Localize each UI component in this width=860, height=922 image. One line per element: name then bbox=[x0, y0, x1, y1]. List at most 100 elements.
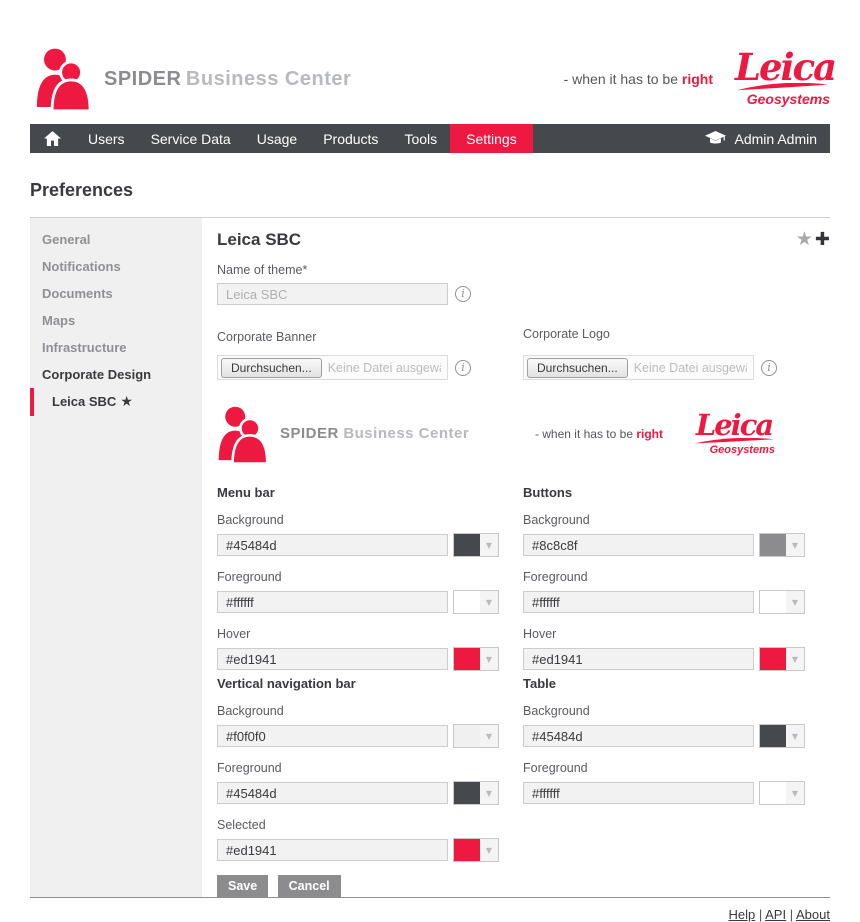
brand-title: SPIDER bbox=[104, 68, 181, 90]
table-foreground-input[interactable] bbox=[523, 782, 754, 804]
section-menu-bar: Menu bar Background ▼ Foreground ▼ bbox=[217, 480, 499, 671]
nav-item-usage[interactable]: Usage bbox=[244, 124, 310, 153]
name-of-theme-label: Name of theme* bbox=[217, 263, 830, 277]
nav-item-settings[interactable]: Settings bbox=[450, 124, 533, 153]
vnav-selected-input[interactable] bbox=[217, 839, 448, 861]
color-picker-dropdown[interactable]: ▼ bbox=[453, 590, 499, 614]
sidebar-item-notifications[interactable]: Notifications bbox=[30, 253, 202, 280]
name-of-theme-input[interactable] bbox=[217, 283, 448, 305]
leica-logo-subtext: Geosystems bbox=[735, 91, 830, 107]
color-picker-dropdown[interactable]: ▼ bbox=[759, 724, 805, 748]
sidebar-item-leica-sbc[interactable]: Leica SBC★ bbox=[30, 388, 202, 416]
nav-item-products[interactable]: Products bbox=[310, 124, 391, 153]
preferences-sidebar: General Notifications Documents Maps Inf… bbox=[30, 218, 202, 897]
brand-subtitle: Business Center bbox=[186, 68, 351, 90]
sidebar-item-maps[interactable]: Maps bbox=[30, 307, 202, 334]
nav-item-users[interactable]: Users bbox=[75, 124, 138, 153]
color-picker-dropdown[interactable]: ▼ bbox=[453, 647, 499, 671]
section-buttons: Buttons Background ▼ Foreground ▼ bbox=[523, 480, 805, 671]
main-area: General Notifications Documents Maps Inf… bbox=[30, 217, 830, 898]
section-table: Table Background ▼ Foreground ▼ bbox=[523, 671, 805, 862]
table-background-input[interactable] bbox=[523, 725, 754, 747]
app-header: SPIDER Business Center - when it has to … bbox=[0, 0, 860, 124]
favorite-star-icon[interactable]: ★ bbox=[796, 230, 813, 249]
color-swatch bbox=[454, 534, 480, 556]
corporate-banner-preview: SPIDER Business Center - when it has to … bbox=[217, 396, 830, 472]
footer: Help | API | About bbox=[30, 898, 830, 922]
info-icon[interactable]: i bbox=[761, 360, 777, 376]
spider-brand: SPIDER Business Center bbox=[35, 47, 351, 111]
browse-button[interactable]: Durchsuchen... bbox=[221, 358, 322, 378]
spider-people-icon bbox=[35, 47, 92, 111]
buttons-background-input[interactable] bbox=[523, 534, 754, 556]
color-swatch bbox=[760, 782, 786, 804]
chevron-down-icon: ▼ bbox=[480, 534, 498, 556]
info-icon[interactable]: i bbox=[455, 286, 471, 302]
page-title: Preferences bbox=[30, 180, 860, 201]
star-icon: ★ bbox=[120, 394, 133, 410]
menubar-background-input[interactable] bbox=[217, 534, 448, 556]
chevron-down-icon: ▼ bbox=[480, 648, 498, 670]
about-link[interactable]: About bbox=[796, 907, 830, 922]
sidebar-item-infrastructure[interactable]: Infrastructure bbox=[30, 334, 202, 361]
browse-button[interactable]: Durchsuchen... bbox=[527, 358, 628, 378]
menubar-foreground-input[interactable] bbox=[217, 591, 448, 613]
chevron-down-icon: ▼ bbox=[786, 648, 804, 670]
color-swatch bbox=[454, 725, 480, 747]
color-picker-dropdown[interactable]: ▼ bbox=[453, 724, 499, 748]
vnav-background-input[interactable] bbox=[217, 725, 448, 747]
color-picker-dropdown[interactable]: ▼ bbox=[759, 590, 805, 614]
info-icon[interactable]: i bbox=[455, 360, 471, 376]
color-swatch bbox=[454, 782, 480, 804]
color-picker-dropdown[interactable]: ▼ bbox=[453, 781, 499, 805]
color-picker-dropdown[interactable]: ▼ bbox=[759, 781, 805, 805]
theme-editor: Leica SBC ★ ✚ Name of theme* i Corporate… bbox=[202, 218, 830, 897]
menubar-hover-input[interactable] bbox=[217, 648, 448, 670]
color-swatch bbox=[454, 839, 480, 861]
nav-item-service-data[interactable]: Service Data bbox=[138, 124, 244, 153]
api-link[interactable]: API bbox=[765, 907, 786, 922]
vnav-foreground-input[interactable] bbox=[217, 782, 448, 804]
color-swatch bbox=[454, 591, 480, 613]
leica-geosystems-logo: Leica Geosystems bbox=[693, 413, 775, 456]
color-picker-dropdown[interactable]: ▼ bbox=[453, 838, 499, 862]
color-swatch bbox=[760, 534, 786, 556]
leica-geosystems-logo: Leica Geosystems bbox=[735, 51, 830, 107]
home-icon[interactable] bbox=[30, 124, 75, 153]
sidebar-item-documents[interactable]: Documents bbox=[30, 280, 202, 307]
help-link[interactable]: Help bbox=[728, 907, 755, 922]
buttons-foreground-input[interactable] bbox=[523, 591, 754, 613]
chevron-down-icon: ▼ bbox=[786, 725, 804, 747]
color-picker-dropdown[interactable]: ▼ bbox=[453, 533, 499, 557]
color-swatch bbox=[454, 648, 480, 670]
chevron-down-icon: ▼ bbox=[480, 839, 498, 861]
user-menu[interactable]: Admin Admin bbox=[692, 124, 830, 153]
add-theme-icon[interactable]: ✚ bbox=[815, 230, 830, 249]
corporate-logo-file-input[interactable]: Durchsuchen... Keine Datei ausgewä bbox=[523, 355, 754, 380]
corporate-banner-label: Corporate Banner bbox=[217, 330, 523, 344]
brand-tagline: - when it has to be right bbox=[535, 427, 663, 441]
leica-logo-text: Leica bbox=[735, 51, 830, 83]
chevron-down-icon: ▼ bbox=[480, 591, 498, 613]
chevron-down-icon: ▼ bbox=[480, 782, 498, 804]
brand-tagline: - when it has to be right bbox=[564, 71, 713, 87]
sidebar-item-general[interactable]: General bbox=[30, 226, 202, 253]
nav-item-tools[interactable]: Tools bbox=[391, 124, 450, 153]
theme-title: Leica SBC bbox=[217, 230, 301, 250]
section-vertical-nav: Vertical navigation bar Background ▼ For… bbox=[217, 671, 499, 862]
save-button[interactable]: Save bbox=[217, 875, 268, 897]
chevron-down-icon: ▼ bbox=[786, 534, 804, 556]
color-swatch bbox=[760, 725, 786, 747]
chevron-down-icon: ▼ bbox=[786, 782, 804, 804]
sidebar-item-corporate-design[interactable]: Corporate Design bbox=[30, 361, 202, 388]
user-name: Admin Admin bbox=[735, 131, 817, 147]
graduation-cap-icon bbox=[705, 131, 726, 146]
color-picker-dropdown[interactable]: ▼ bbox=[759, 647, 805, 671]
cancel-button[interactable]: Cancel bbox=[278, 875, 341, 897]
color-swatch bbox=[760, 648, 786, 670]
buttons-hover-input[interactable] bbox=[523, 648, 754, 670]
corporate-banner-file-input[interactable]: Durchsuchen... Keine Datei ausgewä bbox=[217, 355, 448, 380]
main-navbar: Users Service Data Usage Products Tools … bbox=[30, 124, 830, 153]
color-picker-dropdown[interactable]: ▼ bbox=[759, 533, 805, 557]
color-sections: Menu bar Background ▼ Foreground ▼ bbox=[217, 480, 830, 862]
